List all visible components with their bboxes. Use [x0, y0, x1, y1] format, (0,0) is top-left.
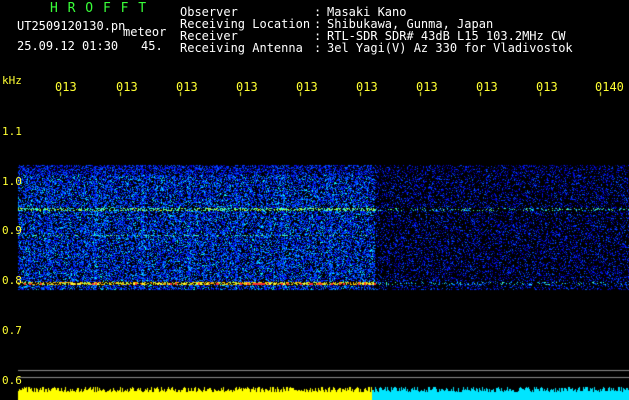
- y-tick-label: 0.6: [2, 374, 22, 387]
- x-tick-label: 013: [416, 80, 438, 94]
- datetime-label: 25.09.12 01:30: [17, 39, 119, 53]
- x-tick-label: 013: [176, 80, 198, 94]
- x-tick-label: 013: [356, 80, 378, 94]
- x-tick-label: 013: [296, 80, 318, 94]
- meteor-label: meteor: [123, 25, 167, 39]
- antenna-value: 3el Yagi(V) Az 330 for Vladivostok: [327, 41, 573, 55]
- x-tick-label: 013: [236, 80, 258, 94]
- x-tick-label: 013: [116, 80, 138, 94]
- antenna-sep: :: [314, 41, 322, 55]
- spectrogram-canvas: [0, 0, 629, 400]
- antenna-label: Receiving Antenna: [180, 41, 303, 55]
- x-tick-label: 013: [476, 80, 498, 94]
- x-tick-label: 013: [55, 80, 77, 94]
- x-tick-label: 013: [536, 80, 558, 94]
- y-tick-label: 0.7: [2, 324, 22, 337]
- x-tick-label: 0140: [595, 80, 624, 94]
- meteor-count: 45.: [141, 39, 163, 53]
- y-tick-label: 0.8: [2, 274, 22, 287]
- hrofft-logo: H R O F F T: [50, 1, 148, 16]
- axis-unit-label: kHz: [2, 74, 22, 87]
- filename-label: UT2509120130.pn: [17, 19, 126, 33]
- y-tick-label: 0.9: [2, 224, 22, 237]
- y-tick-label: 1.1: [2, 125, 22, 138]
- y-tick-label: 1.0: [2, 175, 22, 188]
